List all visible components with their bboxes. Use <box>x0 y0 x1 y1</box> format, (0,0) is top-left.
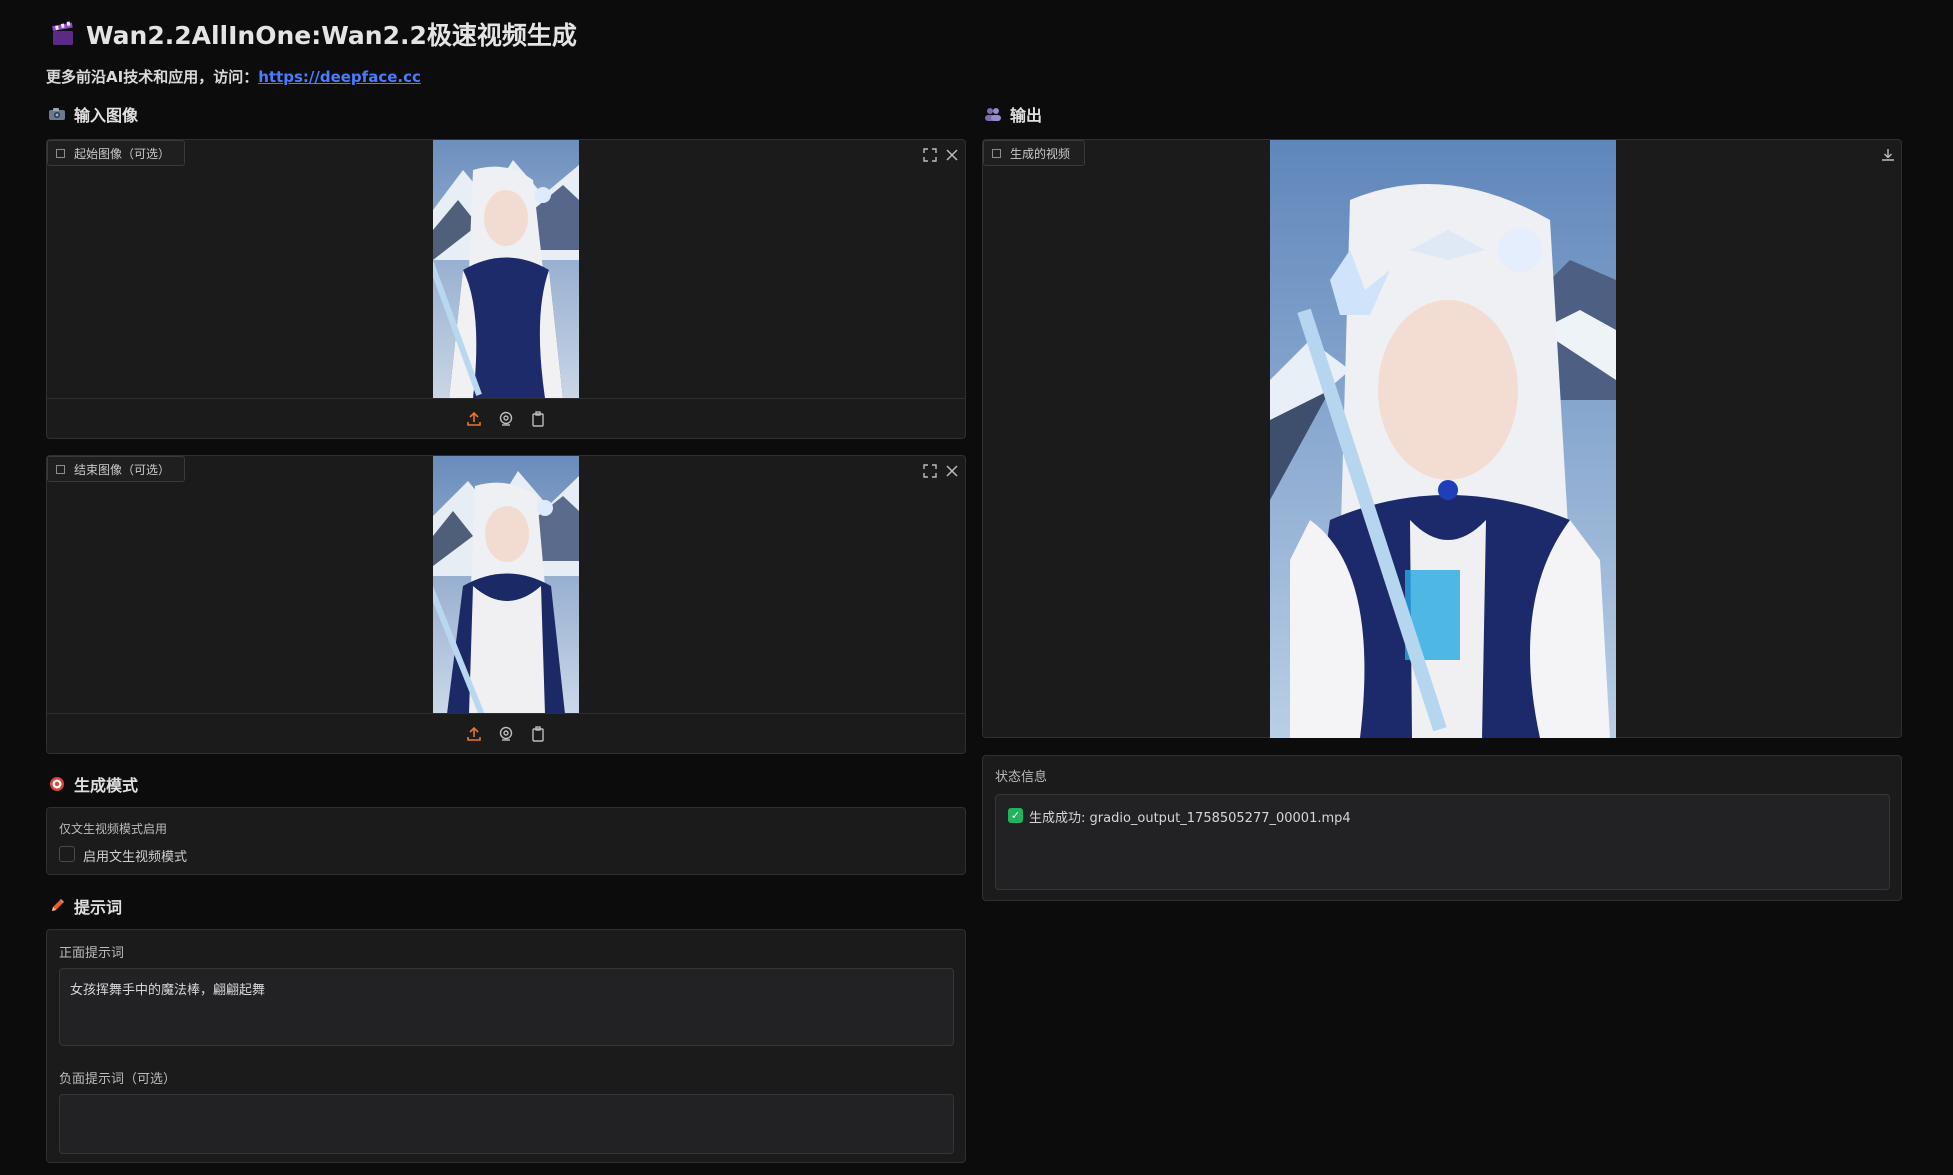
prompt-section-header: 提示词 <box>48 894 122 918</box>
start-image-panel[interactable]: 起始图像（可选） <box>46 139 966 439</box>
mode-panel: 仅文生视频模式启用 启用文生视频模式 <box>46 807 966 875</box>
upload-icon[interactable] <box>465 725 483 743</box>
end-image-label-text: 结束图像（可选） <box>74 462 171 477</box>
end-image-panel[interactable]: 结束图像（可选） <box>46 455 966 754</box>
negative-prompt-label: 负面提示词（可选） <box>59 1072 177 1087</box>
image-icon <box>56 465 65 474</box>
upload-icon[interactable] <box>465 410 483 428</box>
download-icon[interactable] <box>1879 146 1897 164</box>
input-section-title: 输入图像 <box>74 106 139 125</box>
video-icon <box>992 149 1001 158</box>
close-icon[interactable] <box>943 146 961 164</box>
camera-icon <box>48 105 66 123</box>
positive-prompt-input[interactable]: 女孩挥舞手中的魔法棒，翩翩起舞 <box>59 968 954 1046</box>
end-image-label: 结束图像（可选） <box>47 456 186 482</box>
end-image-preview <box>433 456 579 714</box>
status-panel: 状态信息 ✓ 生成成功: gradio_output_1758505277_00… <box>982 755 1902 901</box>
clipboard-icon[interactable] <box>529 725 547 743</box>
status-label: 状态信息 <box>995 770 1048 785</box>
deepface-link[interactable]: https://deepface.cc <box>258 68 421 86</box>
subtitle-text: 更多前沿AI技术和应用，访问： <box>46 68 259 86</box>
output-video-label: 生成的视频 <box>983 140 1086 166</box>
app-root: Wan2.2AllInOne:Wan2.2极速视频生成 更多前沿AI技术和应用，… <box>0 0 1953 1175</box>
mode-group-label: 仅文生视频模式启用 <box>59 822 168 836</box>
start-image-preview <box>433 140 579 398</box>
mode-section-header: 生成模式 <box>48 772 138 796</box>
clapperboard-icon <box>50 21 76 47</box>
fullscreen-icon[interactable] <box>921 462 939 480</box>
webcam-icon[interactable] <box>497 410 515 428</box>
output-section-header: 输出 <box>984 102 1042 126</box>
start-image-label-text: 起始图像（可选） <box>74 146 171 161</box>
start-image-label: 起始图像（可选） <box>47 140 186 166</box>
target-icon <box>48 775 66 793</box>
status-output: ✓ 生成成功: gradio_output_1758505277_00001.m… <box>995 794 1890 890</box>
image-icon <box>56 149 65 158</box>
pencil-icon <box>48 897 66 915</box>
positive-prompt-label: 正面提示词 <box>59 946 125 961</box>
status-message: 生成成功: gradio_output_1758505277_00001.mp4 <box>1029 811 1351 826</box>
title-row: Wan2.2AllInOne:Wan2.2极速视频生成 <box>50 16 577 52</box>
output-video-label-text: 生成的视频 <box>1010 146 1071 161</box>
output-section-title: 输出 <box>1010 106 1043 125</box>
output-video-player[interactable] <box>1270 140 1616 738</box>
close-icon[interactable] <box>943 462 961 480</box>
input-section-header: 输入图像 <box>48 102 138 126</box>
output-video-panel: 生成的视频 <box>982 139 1902 738</box>
prompt-panel: 正面提示词 女孩挥舞手中的魔法棒，翩翩起舞 负面提示词（可选） <box>46 929 966 1163</box>
prompt-section-title: 提示词 <box>74 898 123 917</box>
webcam-icon[interactable] <box>497 725 515 743</box>
negative-prompt-input[interactable] <box>59 1094 954 1154</box>
page-title: Wan2.2AllInOne:Wan2.2极速视频生成 <box>86 21 577 50</box>
subtitle: 更多前沿AI技术和应用，访问：https://deepface.cc <box>46 66 421 87</box>
people-icon <box>984 105 1002 123</box>
start-image-toolbar <box>47 398 965 438</box>
check-icon: ✓ <box>1008 808 1023 823</box>
end-image-toolbar <box>47 713 965 753</box>
t2v-mode-checkbox[interactable] <box>59 846 75 862</box>
fullscreen-icon[interactable] <box>921 146 939 164</box>
t2v-mode-checkbox-label[interactable]: 启用文生视频模式 <box>83 846 187 865</box>
clipboard-icon[interactable] <box>529 410 547 428</box>
mode-section-title: 生成模式 <box>74 776 139 795</box>
